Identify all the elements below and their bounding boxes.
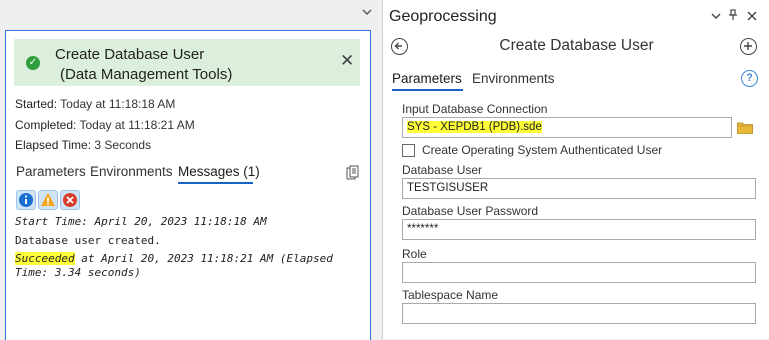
os-auth-label: Create Operating System Authenticated Us… [422, 143, 663, 157]
close-icon[interactable] [747, 9, 757, 24]
succeeded-rest: at April 20, 2023 11:18:21 AM (Elapsed [74, 252, 333, 265]
completed-row: Completed: Today at 11:18:21 AM [15, 118, 195, 132]
connection-value: SYS - XEPDB1 (PDB).sde [407, 121, 542, 133]
left-window-header [0, 0, 378, 30]
warning-icon[interactable] [38, 190, 58, 210]
check-circle-icon: ✓ [26, 56, 40, 70]
tool-details-panel: ✓ Create Database User (Data Management … [5, 30, 371, 340]
tablespace-label: Tablespace Name [402, 288, 499, 302]
folder-icon[interactable] [737, 121, 753, 134]
user-input[interactable]: TESTGISUSER [402, 178, 756, 199]
tab-environments[interactable]: Environments [90, 164, 173, 179]
pin-icon[interactable] [728, 9, 738, 24]
password-input[interactable]: ******* [402, 219, 756, 240]
active-tab-indicator [178, 182, 253, 184]
tab-messages[interactable]: Messages (1) [178, 164, 260, 179]
password-label: Database User Password [402, 204, 539, 218]
tablespace-input[interactable] [402, 303, 756, 324]
connection-input[interactable]: SYS - XEPDB1 (PDB).sde [402, 117, 732, 138]
success-banner: ✓ Create Database User (Data Management … [14, 39, 360, 86]
tool-title: Create Database User [499, 37, 654, 54]
error-icon[interactable] [60, 190, 80, 210]
user-label: Database User [402, 163, 483, 177]
info-icon[interactable] [16, 190, 36, 210]
message-succeeded: Succeeded at April 20, 2023 11:18:21 AM … [15, 252, 333, 265]
banner-subtitle: (Data Management Tools) [60, 66, 233, 83]
pane-options-chevron-icon[interactable] [711, 9, 721, 24]
started-value: Today at 11:18:18 AM [60, 97, 176, 111]
message-elapsed: Time: 3.34 seconds) [15, 266, 141, 279]
completed-value: Today at 11:18:21 AM [79, 118, 195, 132]
elapsed-label: Elapsed Time: [15, 138, 92, 152]
completed-label: Completed: [15, 118, 77, 132]
copy-icon[interactable] [346, 165, 360, 181]
help-icon[interactable]: ? [741, 70, 758, 87]
started-row: Started: Today at 11:18:18 AM [15, 97, 175, 111]
elapsed-value: 3 Seconds [94, 138, 152, 152]
message-user-created: Database user created. [15, 234, 161, 247]
tab-parameters[interactable]: Parameters [16, 164, 86, 179]
geoprocessing-pane: Geoprocessing Create Database User Param… [382, 0, 769, 339]
started-label: Started: [15, 97, 58, 111]
banner-title: Create Database User [55, 46, 205, 63]
plus-circle-icon[interactable] [740, 38, 757, 55]
succeeded-highlight: Succeeded [15, 252, 75, 265]
elapsed-row: Elapsed Time: 3 Seconds [15, 138, 151, 152]
role-input[interactable] [402, 262, 756, 283]
role-label: Role [402, 247, 427, 261]
active-tab-indicator [392, 89, 463, 91]
message-start-time: Start Time: April 20, 2023 11:18:18 AM [15, 215, 267, 228]
chevron-down-icon[interactable] [361, 6, 373, 18]
pane-title: Geoprocessing [389, 8, 497, 25]
os-auth-checkbox[interactable] [402, 144, 415, 157]
connection-label: Input Database Connection [402, 102, 548, 116]
tab-environments[interactable]: Environments [472, 71, 555, 86]
tab-parameters[interactable]: Parameters [392, 71, 462, 86]
close-icon[interactable]: ✕ [340, 51, 354, 71]
